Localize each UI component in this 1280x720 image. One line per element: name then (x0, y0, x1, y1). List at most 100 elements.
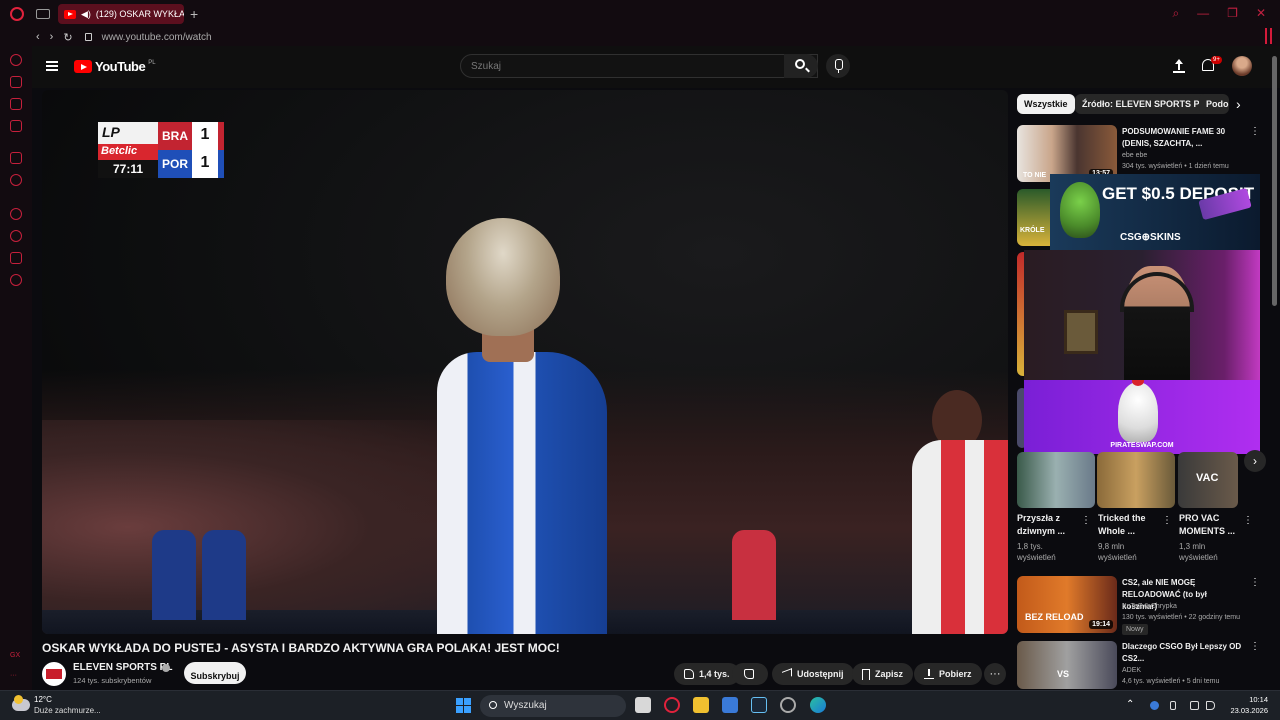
youtube-header: YouTube PL 9+ (32, 46, 1280, 88)
video-player[interactable]: LP Betclic 77:11 BRA 1 POR 1 (42, 90, 1008, 634)
rec-channel[interactable]: ADEK (1122, 666, 1250, 676)
messenger-icon[interactable] (10, 98, 22, 110)
file-explorer-icon[interactable] (693, 697, 709, 713)
stream-overlay[interactable] (1024, 250, 1260, 380)
voice-search-icon[interactable] (826, 54, 850, 78)
clock-time[interactable]: 10:14 (1222, 695, 1268, 704)
chip-source[interactable]: Źródło: ELEVEN SPORTS PL (1075, 94, 1213, 114)
channel-name[interactable]: ELEVEN SPORTS PL (73, 662, 172, 673)
page-scrollbar[interactable] (1272, 56, 1277, 306)
short-more-icon[interactable]: ⋮ (1162, 515, 1172, 526)
music-player-icon[interactable] (10, 120, 22, 132)
sidebar-more-button[interactable]: ··· (10, 672, 17, 679)
close-icon[interactable]: ✕ (1256, 6, 1266, 21)
search-box (460, 54, 818, 78)
taskbar-search[interactable]: Wyszukaj (480, 695, 626, 717)
rec-channel[interactable]: KuTaZ & Chrypka (1122, 602, 1250, 612)
clock-date[interactable]: 23.03.2026 (1222, 706, 1268, 715)
short-thumbnail[interactable] (1017, 452, 1095, 508)
new-tab-button[interactable]: + (190, 6, 198, 22)
search-button[interactable] (784, 54, 818, 78)
bookmark-icon (862, 668, 870, 680)
chip-all[interactable]: Wszystkie (1017, 94, 1075, 114)
short-title[interactable]: Przyszła z dziwnym ... (1017, 512, 1079, 538)
reload-icon[interactable]: ↻ (63, 31, 72, 44)
tab-islands-icon[interactable] (36, 9, 50, 19)
chip-related[interactable]: Podo (1199, 94, 1229, 114)
store-icon[interactable] (722, 697, 738, 713)
channel-avatar[interactable] (42, 662, 66, 686)
short-title[interactable]: PRO VAC MOMENTS ... (1179, 512, 1241, 538)
save-button[interactable]: Zapisz (852, 663, 914, 685)
maximize-icon[interactable]: ❐ (1227, 6, 1238, 21)
search-input[interactable] (461, 55, 751, 77)
gx-control-icon[interactable] (10, 54, 22, 66)
more-actions-button[interactable]: ··· (984, 663, 1006, 685)
hamburger-menu-icon[interactable] (46, 61, 58, 71)
subscribe-button[interactable]: Subskrybuj (184, 662, 246, 684)
weather-condition[interactable]: Duże zachmurze... (34, 706, 101, 715)
rec-meta: 4,6 tys. wyświetleń • 5 dni temu (1122, 678, 1220, 685)
opera-logo-icon[interactable] (10, 7, 24, 21)
history-icon[interactable] (10, 230, 22, 242)
stream-painting (1064, 310, 1098, 354)
rec-more-icon[interactable]: ⋮ (1250, 126, 1260, 137)
short-more-icon[interactable]: ⋮ (1081, 515, 1091, 526)
league-logo: LP (98, 122, 158, 144)
youtube-logo[interactable]: YouTube PL (74, 59, 156, 74)
dislike-button[interactable] (732, 663, 768, 685)
short-thumbnail[interactable]: VAC (1178, 452, 1238, 508)
windows-start-icon[interactable] (456, 698, 471, 713)
pirateswap-ad[interactable]: PIRATESWAP.COM (1024, 380, 1260, 454)
extensions-icon[interactable] (10, 252, 22, 264)
shorts-next-icon[interactable]: › (1244, 450, 1266, 472)
player-icon[interactable] (10, 208, 22, 220)
rec-channel[interactable]: ebe ebe (1122, 151, 1250, 161)
settings-icon[interactable] (10, 274, 22, 286)
chevron-right-icon[interactable]: › (1236, 96, 1241, 112)
back-icon[interactable]: ‹ (36, 31, 40, 44)
video-opponent-figure (912, 440, 1008, 634)
thumbnail-text: KRÓLE (1020, 227, 1045, 234)
rec-more-icon[interactable]: ⋮ (1250, 577, 1260, 588)
onedrive-icon[interactable] (1150, 701, 1159, 710)
microphone-icon[interactable] (1170, 701, 1176, 710)
volume-icon[interactable] (1206, 701, 1215, 710)
gx-label[interactable]: GX (10, 652, 20, 659)
twitch-icon[interactable] (10, 152, 22, 164)
search-tabs-icon[interactable]: ⌕ (1172, 6, 1179, 21)
chicken-mascot-image (1118, 380, 1158, 442)
rec-title[interactable]: Dlaczego CSGO Był Lepszy OD CS2... (1122, 641, 1242, 665)
opera-gx-icon[interactable] (664, 697, 680, 713)
short-title[interactable]: Tricked the Whole ... (1098, 512, 1160, 538)
tray-chevron-icon[interactable]: ⌃ (1126, 699, 1134, 710)
sponsor-logo: Betclic (98, 144, 158, 160)
gx-corner-icon[interactable] (10, 76, 22, 88)
rec-more-icon[interactable]: ⋮ (1250, 641, 1260, 652)
like-button[interactable]: 1,4 tys. (674, 663, 740, 685)
rec-thumbnail[interactable]: VS (1017, 641, 1117, 689)
weather-cloud-icon[interactable] (12, 695, 30, 711)
short-more-icon[interactable]: ⋮ (1243, 515, 1253, 526)
share-button[interactable]: Udostępnij (772, 663, 854, 685)
video-background-player (202, 530, 246, 620)
download-button[interactable]: Pobierz (914, 663, 982, 685)
rec-thumbnail[interactable]: BEZ RELOAD 19:14 (1017, 576, 1117, 633)
speaker-icon[interactable]: ◀) (81, 9, 91, 20)
avatar[interactable] (1232, 56, 1252, 76)
discord-icon[interactable] (780, 697, 796, 713)
url-field[interactable]: www.youtube.com/watch (102, 32, 212, 43)
temperature[interactable]: 12°C (34, 695, 52, 704)
steam-icon[interactable] (751, 697, 767, 713)
csgo-skins-ad[interactable]: GET $0.5 DEPOSIT CSG⊕SKINS (1050, 174, 1260, 250)
rec-title[interactable]: PODSUMOWANIE FAME 30 (DENIS, SZACHTA, ..… (1122, 126, 1242, 150)
network-icon[interactable] (1190, 701, 1199, 710)
lock-icon[interactable] (84, 33, 92, 41)
short-thumbnail[interactable] (1097, 452, 1175, 508)
browser-tab-youtube[interactable]: ◀) (129) OSKAR WYKŁADA (58, 4, 184, 24)
task-view-icon[interactable] (635, 697, 651, 713)
forward-icon[interactable]: › (50, 31, 54, 44)
edge-icon[interactable] (810, 697, 826, 713)
minimize-icon[interactable]: — (1197, 6, 1209, 21)
instagram-icon[interactable] (10, 174, 22, 186)
